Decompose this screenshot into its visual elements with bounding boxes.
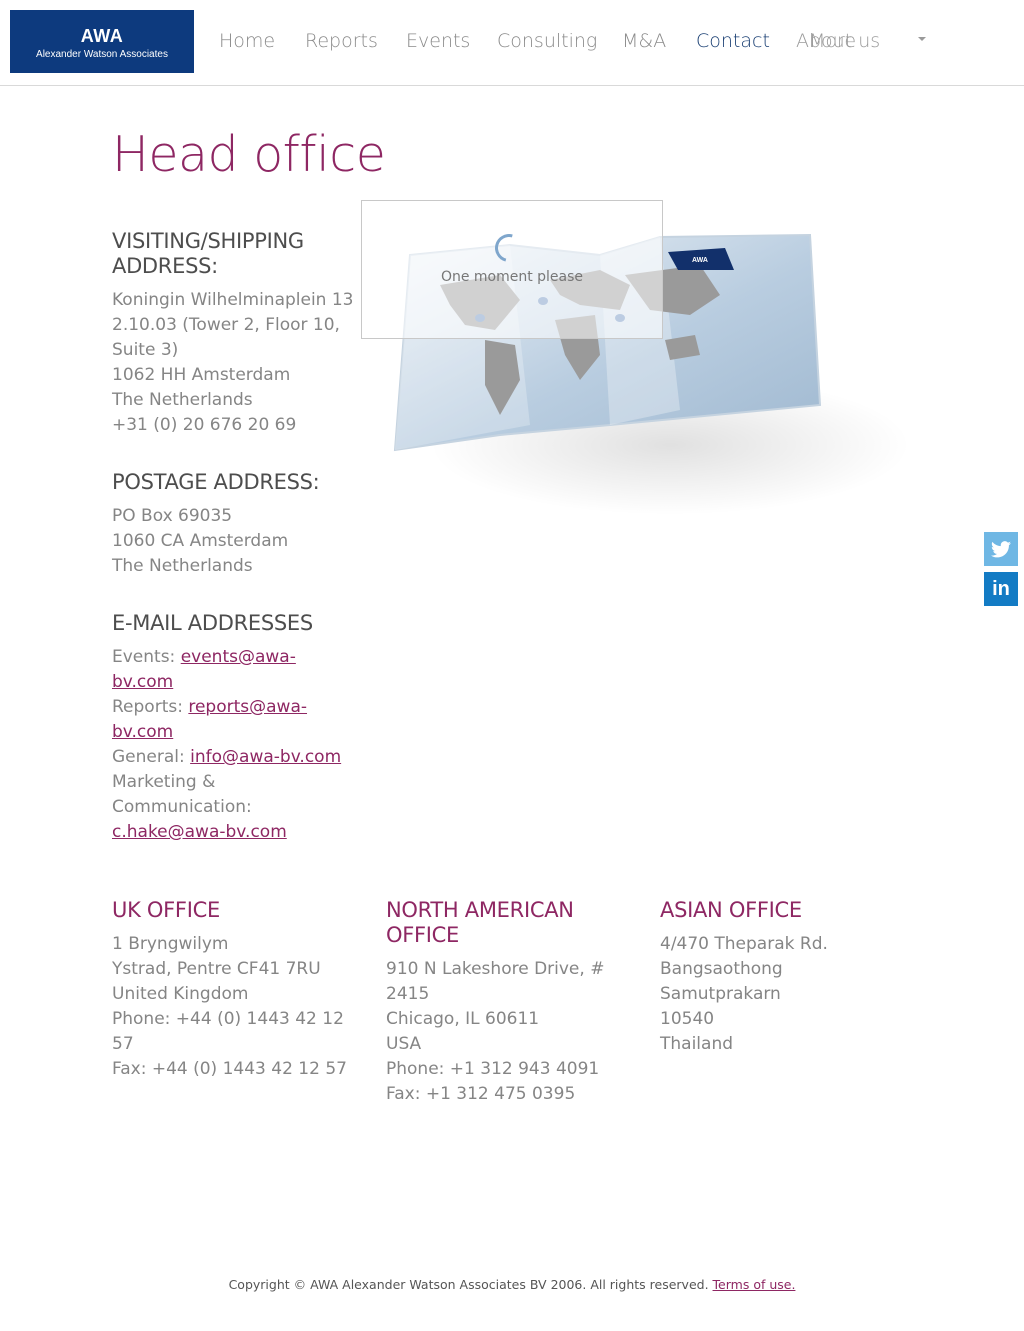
office-line: United Kingdom: [112, 984, 249, 1004]
nav-contact[interactable]: Contact: [696, 30, 770, 52]
twitter-icon: [991, 540, 1011, 557]
map-loading-overlay: One moment please: [361, 200, 663, 339]
email-addresses: Events: events@awa-bv.com Reports: repor…: [112, 645, 357, 845]
office-line: Phone: +1 312 943 4091: [386, 1059, 600, 1079]
copyright-text: Copyright © AWA Alexander Watson Associa…: [228, 1277, 709, 1292]
general-email-label: General:: [112, 747, 185, 767]
office-line: 57: [112, 1034, 134, 1054]
office-line: 1 Bryngwilym: [112, 934, 229, 954]
office-line: Samutprakarn: [660, 984, 781, 1004]
linkedin-icon: in: [992, 577, 1010, 600]
office-line: Fax: +1 312 475 0395: [386, 1084, 576, 1104]
office-line: Thailand: [660, 1034, 734, 1054]
site-header: AWA Alexander Watson Associates Home Rep…: [0, 0, 1024, 86]
address-line: 1060 CA Amsterdam: [112, 531, 289, 551]
address-line: PO Box 69035: [112, 506, 233, 526]
logo-sub-text: Alexander Watson Associates: [36, 49, 168, 60]
marketing-email-label: Marketing & Communication:: [112, 772, 252, 817]
address-line: The Netherlands: [112, 556, 253, 576]
office-line: USA: [386, 1034, 422, 1054]
office-line: Ystrad, Pentre CF41 7RU: [112, 959, 321, 979]
email-addresses-heading: E-MAIL ADDRESSES: [112, 611, 313, 635]
events-email-label: Events:: [112, 647, 176, 667]
office-line: Chicago, IL 60611: [386, 1009, 540, 1029]
office-line: Fax: +44 (0) 1443 42 12 57: [112, 1059, 347, 1079]
north-american-office-heading: NORTH AMERICAN OFFICE: [386, 898, 574, 947]
general-email-link[interactable]: info@awa-bv.com: [190, 747, 341, 767]
phone-number: +31 (0) 20 676 20 69: [112, 415, 297, 435]
marketing-email-link[interactable]: c.hake@awa-bv.com: [112, 822, 287, 842]
office-line: 4/470 Theparak Rd.: [660, 934, 828, 954]
loading-spinner-icon: [489, 228, 529, 268]
nav-home[interactable]: Home: [219, 30, 275, 52]
loading-text: One moment please: [440, 269, 584, 285]
visiting-address: Koningin Wilhelminaplein 13 2.10.03 (Tow…: [112, 288, 362, 438]
visiting-address-heading: VISITING/SHIPPING ADDRESS:: [112, 229, 304, 278]
nav-events[interactable]: Events: [406, 30, 470, 52]
postage-address-heading: POSTAGE ADDRESS:: [112, 470, 320, 494]
awa-logo[interactable]: AWA Alexander Watson Associates: [10, 10, 194, 73]
office-line: 2415: [386, 984, 430, 1004]
map-badge-text: AWA: [692, 257, 708, 264]
address-line: Suite 3): [112, 340, 179, 360]
linkedin-share-button[interactable]: in: [984, 572, 1018, 606]
twitter-share-button[interactable]: [984, 532, 1018, 566]
asian-office-heading: ASIAN OFFICE: [660, 898, 802, 922]
nav-more[interactable]: More: [809, 30, 856, 52]
office-line: 10540: [660, 1009, 715, 1029]
site-footer: Copyright © AWA Alexander Watson Associa…: [0, 1277, 1024, 1292]
logo-main-text: AWA: [80, 26, 124, 46]
north-american-office-details: 910 N Lakeshore Drive, # 2415 Chicago, I…: [386, 957, 626, 1107]
address-line: 2.10.03 (Tower 2, Floor 10,: [112, 315, 340, 335]
nav-reports[interactable]: Reports: [305, 30, 378, 52]
uk-office-heading: UK OFFICE: [112, 898, 220, 922]
office-line: Bangsaothong: [660, 959, 783, 979]
office-line: Phone: +44 (0) 1443 42 12: [112, 1009, 344, 1029]
address-line: The Netherlands: [112, 390, 253, 410]
postage-address: PO Box 69035 1060 CA Amsterdam The Nethe…: [112, 504, 362, 579]
nav-mna[interactable]: M&A: [622, 30, 666, 52]
page-title: Head office: [112, 126, 386, 183]
asian-office-details: 4/470 Theparak Rd. Bangsaothong Samutpra…: [660, 932, 900, 1057]
address-line: Koningin Wilhelminaplein 13: [112, 290, 354, 310]
address-line: 1062 HH Amsterdam: [112, 365, 291, 385]
terms-of-use-link[interactable]: Terms of use.: [713, 1277, 796, 1292]
nav-consulting[interactable]: Consulting: [497, 30, 597, 52]
reports-email-label: Reports:: [112, 697, 183, 717]
uk-office-details: 1 Bryngwilym Ystrad, Pentre CF41 7RU Uni…: [112, 932, 352, 1082]
office-line: 910 N Lakeshore Drive, #: [386, 959, 605, 979]
more-dropdown-caret-icon[interactable]: [918, 37, 926, 41]
